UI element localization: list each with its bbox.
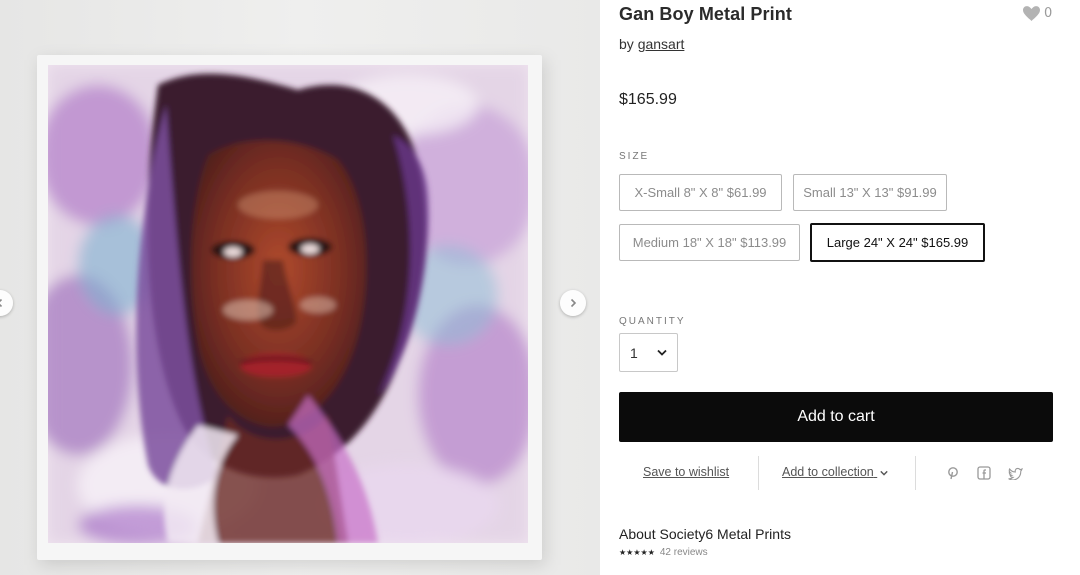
favorite-count: 0 [1044,6,1053,21]
review-count: 42 reviews [659,547,708,558]
size-option-small[interactable]: Small 13" X 13" $91.99 [793,174,947,211]
favorite-button[interactable]: 0 [1023,6,1052,21]
add-to-collection-link[interactable]: Add to collection [782,465,888,479]
artist-byline: by gansart [619,36,684,52]
divider [758,456,759,490]
size-option-medium[interactable]: Medium 18" X 18" $113.99 [619,224,800,261]
next-image-button[interactable] [560,290,586,316]
product-details-panel: Gan Boy Metal Print 0 by gansart $165.99… [619,0,1054,575]
product-image-gallery [0,0,600,575]
product-actions-row: Save to wishlist Add to collection [619,456,1053,490]
size-option-x-small[interactable]: X-Small 8" X 8" $61.99 [619,174,782,211]
by-prefix: by [619,36,634,52]
heart-icon [1023,6,1040,21]
chevron-down-icon [880,470,888,476]
quantity-select[interactable]: 1 [619,333,678,372]
pinterest-icon[interactable] [945,465,961,481]
product-price: $165.99 [619,91,677,108]
add-to-cart-button[interactable]: Add to cart [619,392,1053,442]
quantity-label: QUANTITY [619,316,686,327]
about-section-title: About Society6 Metal Prints [619,526,791,542]
size-option-large[interactable]: Large 24" X 24" $165.99 [810,223,985,262]
save-to-wishlist-link[interactable]: Save to wishlist [643,465,729,479]
artist-link[interactable]: gansart [638,36,685,52]
star-rating: ★★★★★ [619,548,655,557]
size-label: SIZE [619,151,650,162]
reviews-summary[interactable]: ★★★★★ 42 reviews [619,547,708,558]
chevron-down-icon [657,349,667,356]
facebook-icon[interactable] [976,465,992,481]
divider [915,456,916,490]
product-artwork-image[interactable] [48,65,528,543]
product-title: Gan Boy Metal Print [619,4,792,24]
twitter-icon[interactable] [1007,465,1023,481]
add-to-collection-label: Add to collection [782,465,874,479]
chevron-left-icon [0,298,3,308]
quantity-value: 1 [630,344,638,361]
chevron-right-icon [570,298,577,308]
